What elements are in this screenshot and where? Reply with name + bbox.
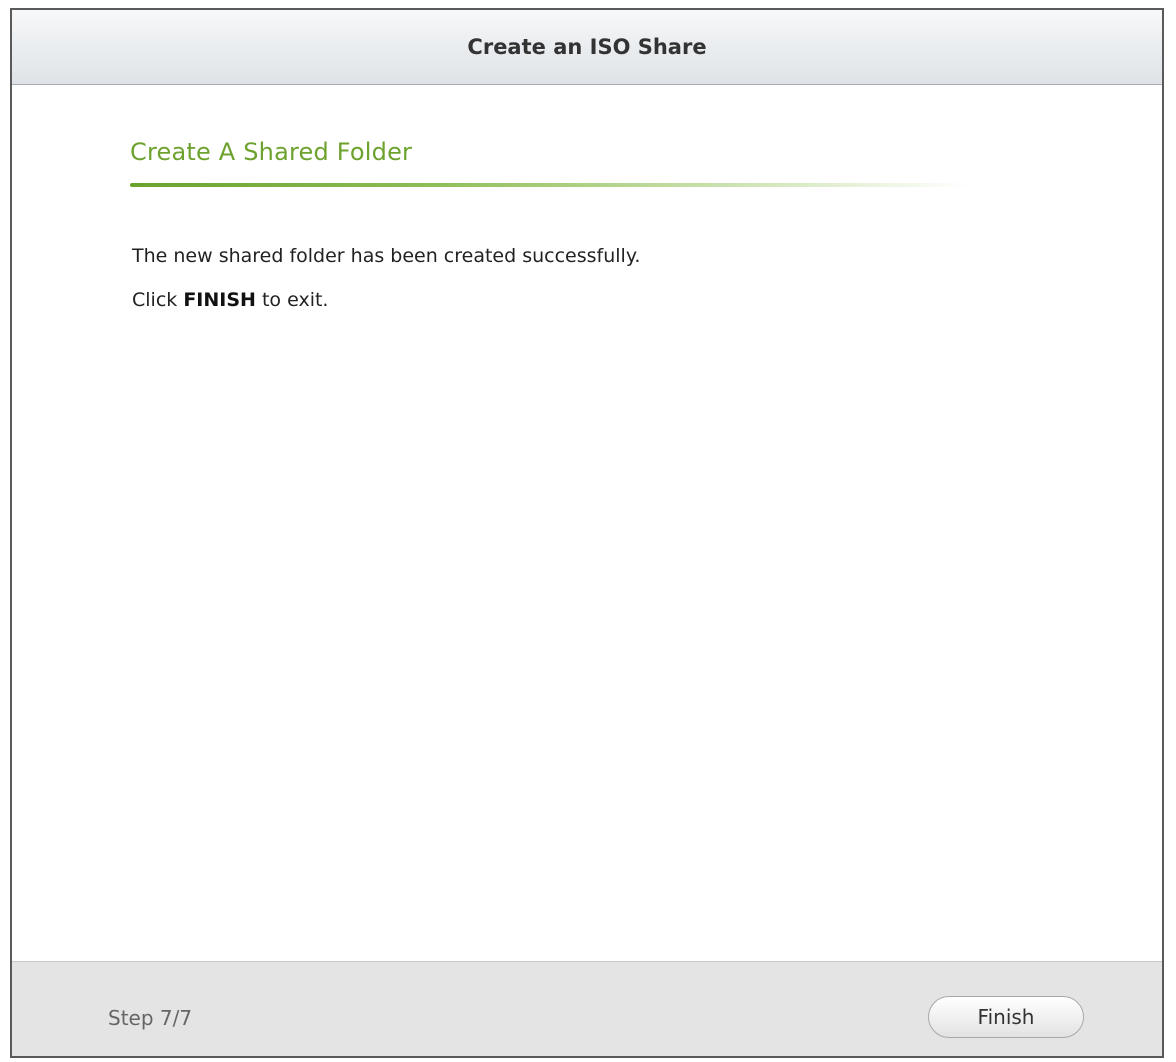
instruction-suffix: to exit. [255, 289, 329, 311]
instruction-finish-keyword: FINISH [183, 289, 256, 311]
success-message: The new shared folder has been created s… [132, 245, 641, 267]
dialog-title: Create an ISO Share [467, 35, 707, 59]
section-title: Create A Shared Folder [130, 138, 413, 166]
create-iso-share-dialog: Create an ISO Share Create A Shared Fold… [10, 8, 1164, 1058]
section-divider [130, 183, 970, 187]
dialog-footer: Step 7/7 Finish [12, 961, 1162, 1056]
dialog-content: Create A Shared Folder The new shared fo… [12, 85, 1162, 962]
finish-instruction: Click FINISH to exit. [132, 289, 328, 311]
dialog-titlebar[interactable]: Create an ISO Share [12, 10, 1162, 85]
finish-button[interactable]: Finish [928, 996, 1084, 1038]
step-indicator: Step 7/7 [108, 1006, 193, 1030]
instruction-prefix: Click [132, 289, 184, 311]
